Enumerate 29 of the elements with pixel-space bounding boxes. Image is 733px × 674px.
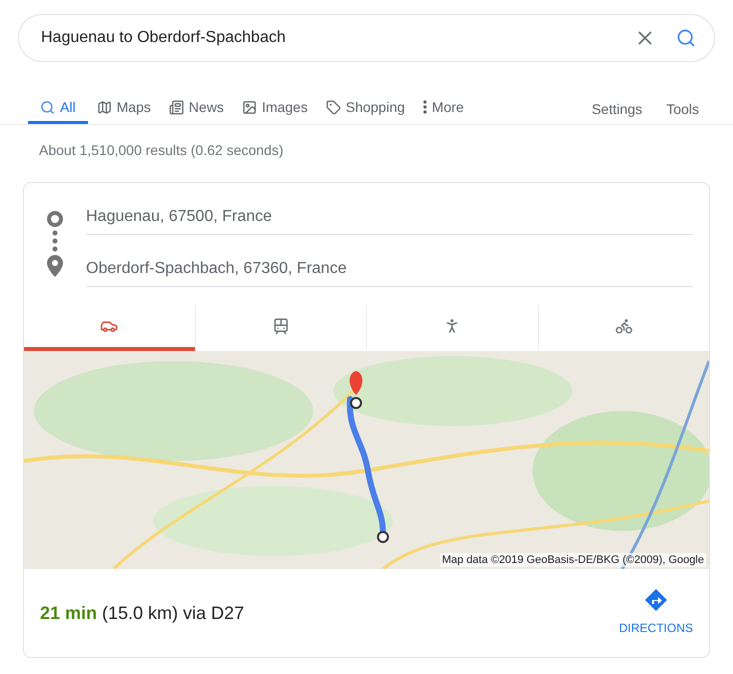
search-field[interactable]: Haguenau to Oberdorf-Spachbach (18, 14, 715, 62)
origin-circle-icon (47, 211, 63, 227)
tag-icon (326, 100, 341, 114)
dotted-line-icon (52, 230, 58, 252)
newspaper-icon (168, 100, 184, 114)
bicycle-icon (614, 317, 633, 335)
location-pin-icon (47, 255, 63, 277)
search-tab[interactable]: Shopping (316, 87, 414, 124)
more-icon (422, 100, 427, 114)
search-tab[interactable]: Images (232, 87, 317, 124)
directions-link[interactable]: DIRECTIONS (618, 619, 693, 637)
map-icon (96, 100, 112, 114)
train-icon (272, 317, 290, 335)
directions-icon[interactable] (644, 589, 667, 611)
destination-field[interactable]: Oberdorf-Spachbach, 67360, France (86, 249, 693, 287)
search-tool-link[interactable]: Settings (592, 87, 642, 124)
search-tab[interactable]: Maps (88, 87, 160, 124)
route-summary: 21 min (15.0 km) via D27 (40, 602, 246, 625)
result-stats: About 1,510,000 results (0.62 seconds) (39, 141, 284, 160)
search-icon (40, 100, 55, 114)
search-tab[interactable]: More (414, 87, 473, 124)
search-tool-link[interactable]: Tools (666, 87, 699, 124)
search-tab[interactable]: News (160, 87, 233, 124)
search-icon[interactable] (676, 28, 696, 48)
search-tab[interactable]: All (28, 87, 88, 124)
image-icon (242, 100, 257, 114)
origin-field[interactable]: Haguenau, 67500, France (86, 197, 693, 235)
map-attribution: Map data ©2019 GeoBasis-DE/BKG (©2009), Google (440, 553, 706, 567)
search-query: Haguenau to Oberdorf-Spachbach (41, 28, 287, 48)
